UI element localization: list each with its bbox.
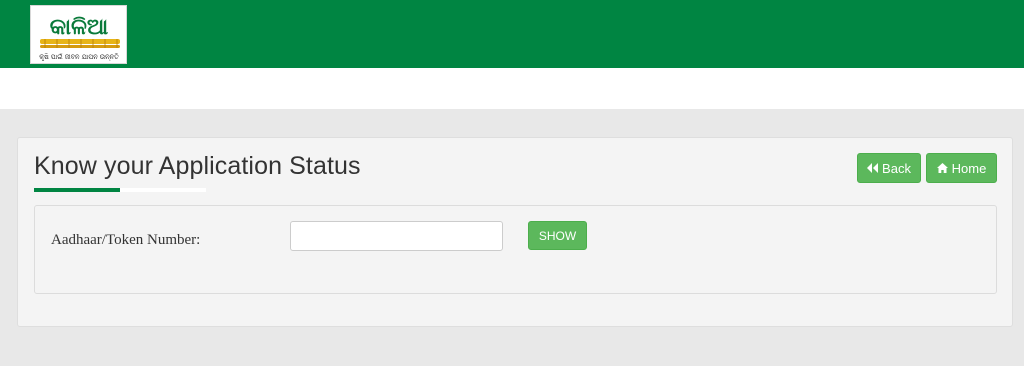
home-icon [936, 163, 948, 173]
logo-title: କାଳିଆ [50, 15, 108, 40]
status-form-box: Aadhaar/Token Number: SHOW [34, 205, 997, 294]
back-button-label: Back [882, 160, 911, 176]
show-button[interactable]: SHOW [528, 221, 587, 250]
home-button-label: Home [951, 160, 987, 176]
backward-icon [867, 163, 879, 173]
home-button[interactable]: Home [926, 153, 997, 183]
title-underline-accent [34, 188, 120, 192]
title-underline-rest [120, 188, 206, 192]
subheader-strip [0, 68, 1024, 109]
grain-band-icon [40, 39, 120, 48]
kalia-logo[interactable]: କାଳିଆ କୃଷି ପାଇଁ ଜୀବନ ଯାପନ ଉନ୍ନତି [30, 5, 127, 64]
logo-tagline: କୃଷି ପାଇଁ ଜୀବନ ଯାପନ ଉନ୍ନତି [39, 53, 119, 61]
top-header-bar: କାଳିଆ କୃଷି ପାଇଁ ଜୀବନ ଯାପନ ଉନ୍ନତି [0, 0, 1024, 68]
kalia-logo-graphic: କାଳିଆ କୃଷି ପାଇଁ ଜୀବନ ଯାପନ ଉନ୍ନତି [39, 15, 120, 61]
back-button[interactable]: Back [857, 153, 921, 183]
page-title: Know your Application Status [34, 152, 361, 180]
aadhaar-token-input[interactable] [290, 221, 503, 251]
aadhaar-token-label: Aadhaar/Token Number: [51, 232, 201, 248]
application-status-panel: Know your Application Status Back Home A… [17, 137, 1013, 327]
